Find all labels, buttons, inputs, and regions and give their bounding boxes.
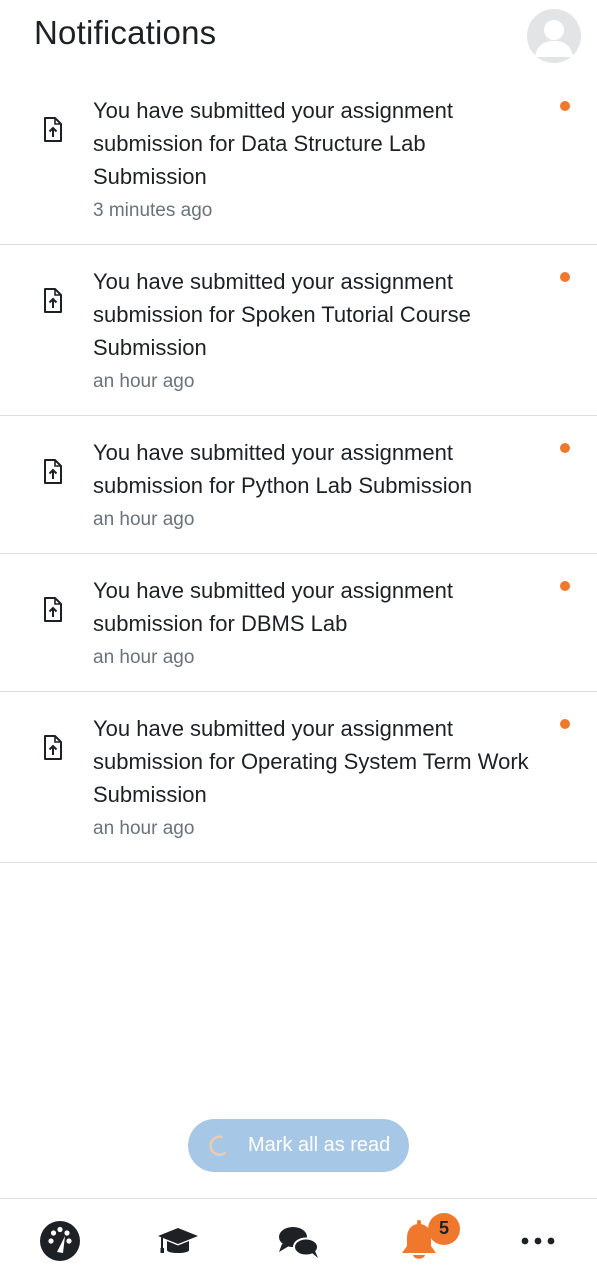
file-upload-icon xyxy=(43,459,63,485)
unread-dot xyxy=(560,272,570,282)
file-upload-icon xyxy=(43,735,63,761)
loading-spinner-icon xyxy=(208,1134,230,1156)
unread-dot xyxy=(560,581,570,591)
tab-messages[interactable] xyxy=(276,1219,320,1263)
tab-more[interactable] xyxy=(516,1219,560,1263)
notification-list: You have submitted your assignment submi… xyxy=(0,74,597,863)
user-avatar-icon[interactable] xyxy=(527,9,581,63)
header: Notifications xyxy=(0,0,597,74)
notifications-screen: Notifications You have submitted your as… xyxy=(0,0,597,1280)
more-dots-icon xyxy=(521,1237,555,1245)
graduation-cap-icon xyxy=(158,1228,198,1253)
unread-dot xyxy=(560,719,570,729)
notification-item[interactable]: You have submitted your assignment submi… xyxy=(0,554,597,692)
notification-count-badge: 5 xyxy=(428,1213,460,1245)
notification-text: You have submitted your assignment submi… xyxy=(93,716,529,807)
notification-text: You have submitted your assignment submi… xyxy=(93,98,453,189)
notification-time: 3 minutes ago xyxy=(93,200,213,221)
notification-text: You have submitted your assignment submi… xyxy=(93,269,471,360)
notification-time: an hour ago xyxy=(93,647,195,668)
tab-courses[interactable] xyxy=(156,1219,200,1263)
file-upload-icon xyxy=(43,288,63,314)
notification-item[interactable]: You have submitted your assignment submi… xyxy=(0,74,597,245)
bottom-tab-bar xyxy=(0,1198,597,1280)
unread-dot xyxy=(560,443,570,453)
notification-item[interactable]: You have submitted your assignment submi… xyxy=(0,416,597,554)
tab-dashboard[interactable] xyxy=(38,1219,82,1263)
page-title: Notifications xyxy=(34,14,217,51)
file-upload-icon xyxy=(43,117,63,143)
file-upload-icon xyxy=(43,597,63,623)
notification-item[interactable]: You have submitted your assignment submi… xyxy=(0,245,597,416)
dashboard-gauge-icon xyxy=(40,1221,80,1261)
notification-text: You have submitted your assignment submi… xyxy=(93,578,453,636)
unread-dot xyxy=(560,101,570,111)
notification-time: an hour ago xyxy=(93,818,195,839)
notification-time: an hour ago xyxy=(93,371,195,392)
notification-text: You have submitted your assignment submi… xyxy=(93,440,473,498)
mark-all-read-label: Mark all as read xyxy=(248,1134,391,1156)
notification-item[interactable]: You have submitted your assignment submi… xyxy=(0,692,597,863)
notification-time: an hour ago xyxy=(93,509,195,530)
chat-bubbles-icon xyxy=(279,1227,319,1258)
mark-all-read-button[interactable]: Mark all as read xyxy=(188,1119,409,1172)
